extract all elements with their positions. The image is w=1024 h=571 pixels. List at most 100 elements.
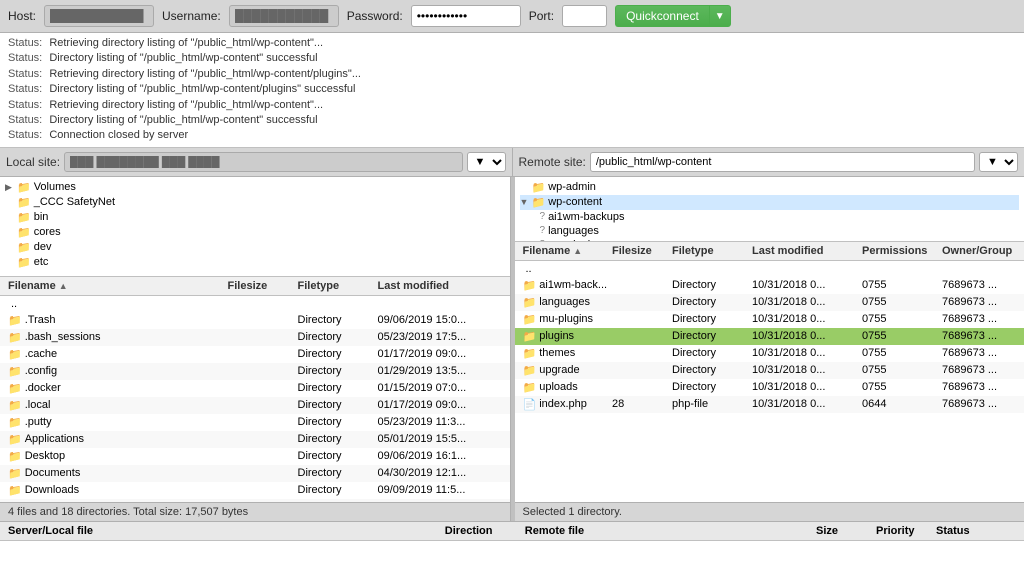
table-row[interactable]: 📁 plugins Directory 10/31/2018 0... 0755… xyxy=(515,328,1024,345)
status-line-2: Status: Directory listing of "/public_ht… xyxy=(8,51,1016,66)
remote-site-dropdown[interactable]: ▼ xyxy=(979,152,1018,172)
modified: 10/31/2018 0... xyxy=(749,312,859,326)
table-row[interactable]: 📁 .putty Directory 05/23/2019 11:3... xyxy=(0,414,510,431)
remote-col-filename[interactable]: Filename ▲ xyxy=(520,244,610,258)
table-row[interactable]: 📄 index.php 28 php-file 10/31/2018 0... … xyxy=(515,396,1024,413)
site-bars: Local site: ▼ Remote site: ▼ xyxy=(0,148,1024,177)
quickconnect-dropdown-button[interactable]: ▼ xyxy=(709,5,731,27)
modified: 10/31/2018 0... xyxy=(749,346,859,360)
queue-col-direction: Direction xyxy=(445,525,525,537)
filesize: 28 xyxy=(609,397,669,411)
remote-col-owner[interactable]: Owner/Group xyxy=(939,244,1019,258)
local-file-list[interactable]: .. 📁 .Trash Directory 09/06/2019 15:0...… xyxy=(0,296,510,502)
tree-item-ai1wm[interactable]: ? ai1wm-backups xyxy=(520,210,1020,224)
local-site-input[interactable] xyxy=(64,152,462,172)
filesize xyxy=(609,301,669,303)
filetype: Directory xyxy=(669,295,749,309)
filetype: Directory xyxy=(669,380,749,394)
tree-label-languages: languages xyxy=(548,225,599,237)
tree-item-etc[interactable]: 📁 etc xyxy=(5,255,505,270)
tree-item-cores[interactable]: 📁 cores xyxy=(5,225,505,240)
table-row[interactable]: 📁 .local Directory 01/17/2019 09:0... xyxy=(0,397,510,414)
filetype: Directory xyxy=(295,313,375,327)
filesize xyxy=(609,318,669,320)
modified: 04/30/2019 12:1... xyxy=(375,466,505,480)
table-row[interactable]: 📁 uploads Directory 10/31/2018 0... 0755… xyxy=(515,379,1024,396)
file-icon: 📁 xyxy=(523,330,537,343)
tree-item-wp-admin[interactable]: 📁 wp-admin xyxy=(520,180,1020,195)
modified: 01/15/2019 07:0... xyxy=(375,381,505,395)
table-row[interactable]: 📁 upgrade Directory 10/31/2018 0... 0755… xyxy=(515,362,1024,379)
top-bar: Host: Username: Password: Port: Quickcon… xyxy=(0,0,1024,33)
tree-label-dev: dev xyxy=(34,241,52,253)
local-col-modified[interactable]: Last modified xyxy=(375,279,505,293)
table-row[interactable]: 📁 Applications Directory 05/01/2019 15:5… xyxy=(0,431,510,448)
remote-file-list[interactable]: .. 📁 ai1wm-back... Directory 10/31/2018 … xyxy=(515,261,1024,502)
filename: uploads xyxy=(539,381,578,393)
status-line-7: Status: Connection closed by server xyxy=(8,128,1016,143)
status-label-2: Status: xyxy=(8,52,42,64)
tree-item-bin[interactable]: 📁 bin xyxy=(5,210,505,225)
filesize xyxy=(225,336,295,338)
main-area: ▶ 📁 Volumes 📁 _CCC SafetyNet 📁 bin 📁 cor… xyxy=(0,177,1024,521)
local-col-filename[interactable]: Filename ▲ xyxy=(5,279,225,293)
modified: 05/23/2019 17:5... xyxy=(375,330,505,344)
remote-col-filesize[interactable]: Filesize xyxy=(609,244,669,258)
table-row[interactable]: 📁 Documents Directory 04/30/2019 12:1... xyxy=(0,465,510,482)
tree-item-ccc[interactable]: 📁 _CCC SafetyNet xyxy=(5,195,505,210)
tree-item-languages[interactable]: ? languages xyxy=(520,224,1020,238)
tree-item-wp-content[interactable]: ▼ 📁 wp-content xyxy=(520,195,1020,210)
local-col-filetype[interactable]: Filetype xyxy=(295,279,375,293)
host-input[interactable] xyxy=(44,5,154,27)
modified: 10/31/2018 0... xyxy=(749,278,859,292)
filename: upgrade xyxy=(539,364,579,376)
remote-panel: 📁 wp-admin ▼ 📁 wp-content ? ai1wm-backup… xyxy=(515,177,1024,521)
table-row[interactable]: 📁 mu-plugins Directory 10/31/2018 0... 0… xyxy=(515,311,1024,328)
table-row[interactable]: 📁 ai1wm-back... Directory 10/31/2018 0..… xyxy=(515,277,1024,294)
filesize xyxy=(609,369,669,371)
filetype: Directory xyxy=(295,466,375,480)
filename: .putty xyxy=(25,416,52,428)
local-col-filetype-label: Filetype xyxy=(298,280,340,292)
table-row[interactable]: 📁 themes Directory 10/31/2018 0... 0755 … xyxy=(515,345,1024,362)
table-row[interactable]: 📁 .Trash Directory 09/06/2019 15:0... xyxy=(0,312,510,329)
tree-label-volumes: Volumes xyxy=(34,181,76,193)
local-col-filesize[interactable]: Filesize xyxy=(225,279,295,293)
file-icon: 📁 xyxy=(523,381,537,394)
username-input[interactable] xyxy=(229,5,339,27)
folder-icon-volumes: 📁 xyxy=(17,181,31,194)
table-row[interactable]: .. xyxy=(515,261,1024,277)
table-row[interactable]: 📁 languages Directory 10/31/2018 0... 07… xyxy=(515,294,1024,311)
remote-col-filetype[interactable]: Filetype xyxy=(669,244,749,258)
tree-item-volumes[interactable]: ▶ 📁 Volumes xyxy=(5,180,505,195)
table-row[interactable]: .. xyxy=(0,296,510,312)
table-row[interactable]: 📁 Downloads Directory 09/09/2019 11:5... xyxy=(0,482,510,499)
table-row[interactable]: 📁 Desktop Directory 09/06/2019 16:1... xyxy=(0,448,510,465)
permissions: 0755 xyxy=(859,363,939,377)
modified: 10/31/2018 0... xyxy=(749,397,859,411)
table-row[interactable]: 📁 .config Directory 01/29/2019 13:5... xyxy=(0,363,510,380)
table-row[interactable]: 📁 .docker Directory 01/15/2019 07:0... xyxy=(0,380,510,397)
table-row[interactable]: 📁 .bash_sessions Directory 05/23/2019 17… xyxy=(0,329,510,346)
filesize xyxy=(609,386,669,388)
tree-item-dev[interactable]: 📁 dev xyxy=(5,240,505,255)
quickconnect-button[interactable]: Quickconnect xyxy=(615,5,709,27)
port-input[interactable] xyxy=(562,5,607,27)
password-input[interactable] xyxy=(411,5,521,27)
remote-tree[interactable]: 📁 wp-admin ▼ 📁 wp-content ? ai1wm-backup… xyxy=(515,177,1024,242)
remote-col-perms[interactable]: Permissions xyxy=(859,244,939,258)
status-line-6: Status: Directory listing of "/public_ht… xyxy=(8,113,1016,128)
remote-col-modified[interactable]: Last modified xyxy=(749,244,859,258)
queue-col-priority: Priority xyxy=(876,525,936,537)
local-tree[interactable]: ▶ 📁 Volumes 📁 _CCC SafetyNet 📁 bin 📁 cor… xyxy=(0,177,510,277)
remote-site-bar: Remote site: ▼ xyxy=(513,148,1024,176)
filetype: Directory xyxy=(669,363,749,377)
local-status-text: 4 files and 18 directories. Total size: … xyxy=(8,506,248,518)
folder-icon-etc: 📁 xyxy=(17,256,31,269)
status-label-5: Status: xyxy=(8,99,42,111)
local-site-dropdown[interactable]: ▼ xyxy=(467,152,506,172)
table-row[interactable]: 📁 .cache Directory 01/17/2019 09:0... xyxy=(0,346,510,363)
remote-site-input[interactable] xyxy=(590,152,975,172)
local-file-list-container: Filename ▲ Filesize Filetype Last modifi… xyxy=(0,277,510,502)
local-panel: ▶ 📁 Volumes 📁 _CCC SafetyNet 📁 bin 📁 cor… xyxy=(0,177,511,521)
